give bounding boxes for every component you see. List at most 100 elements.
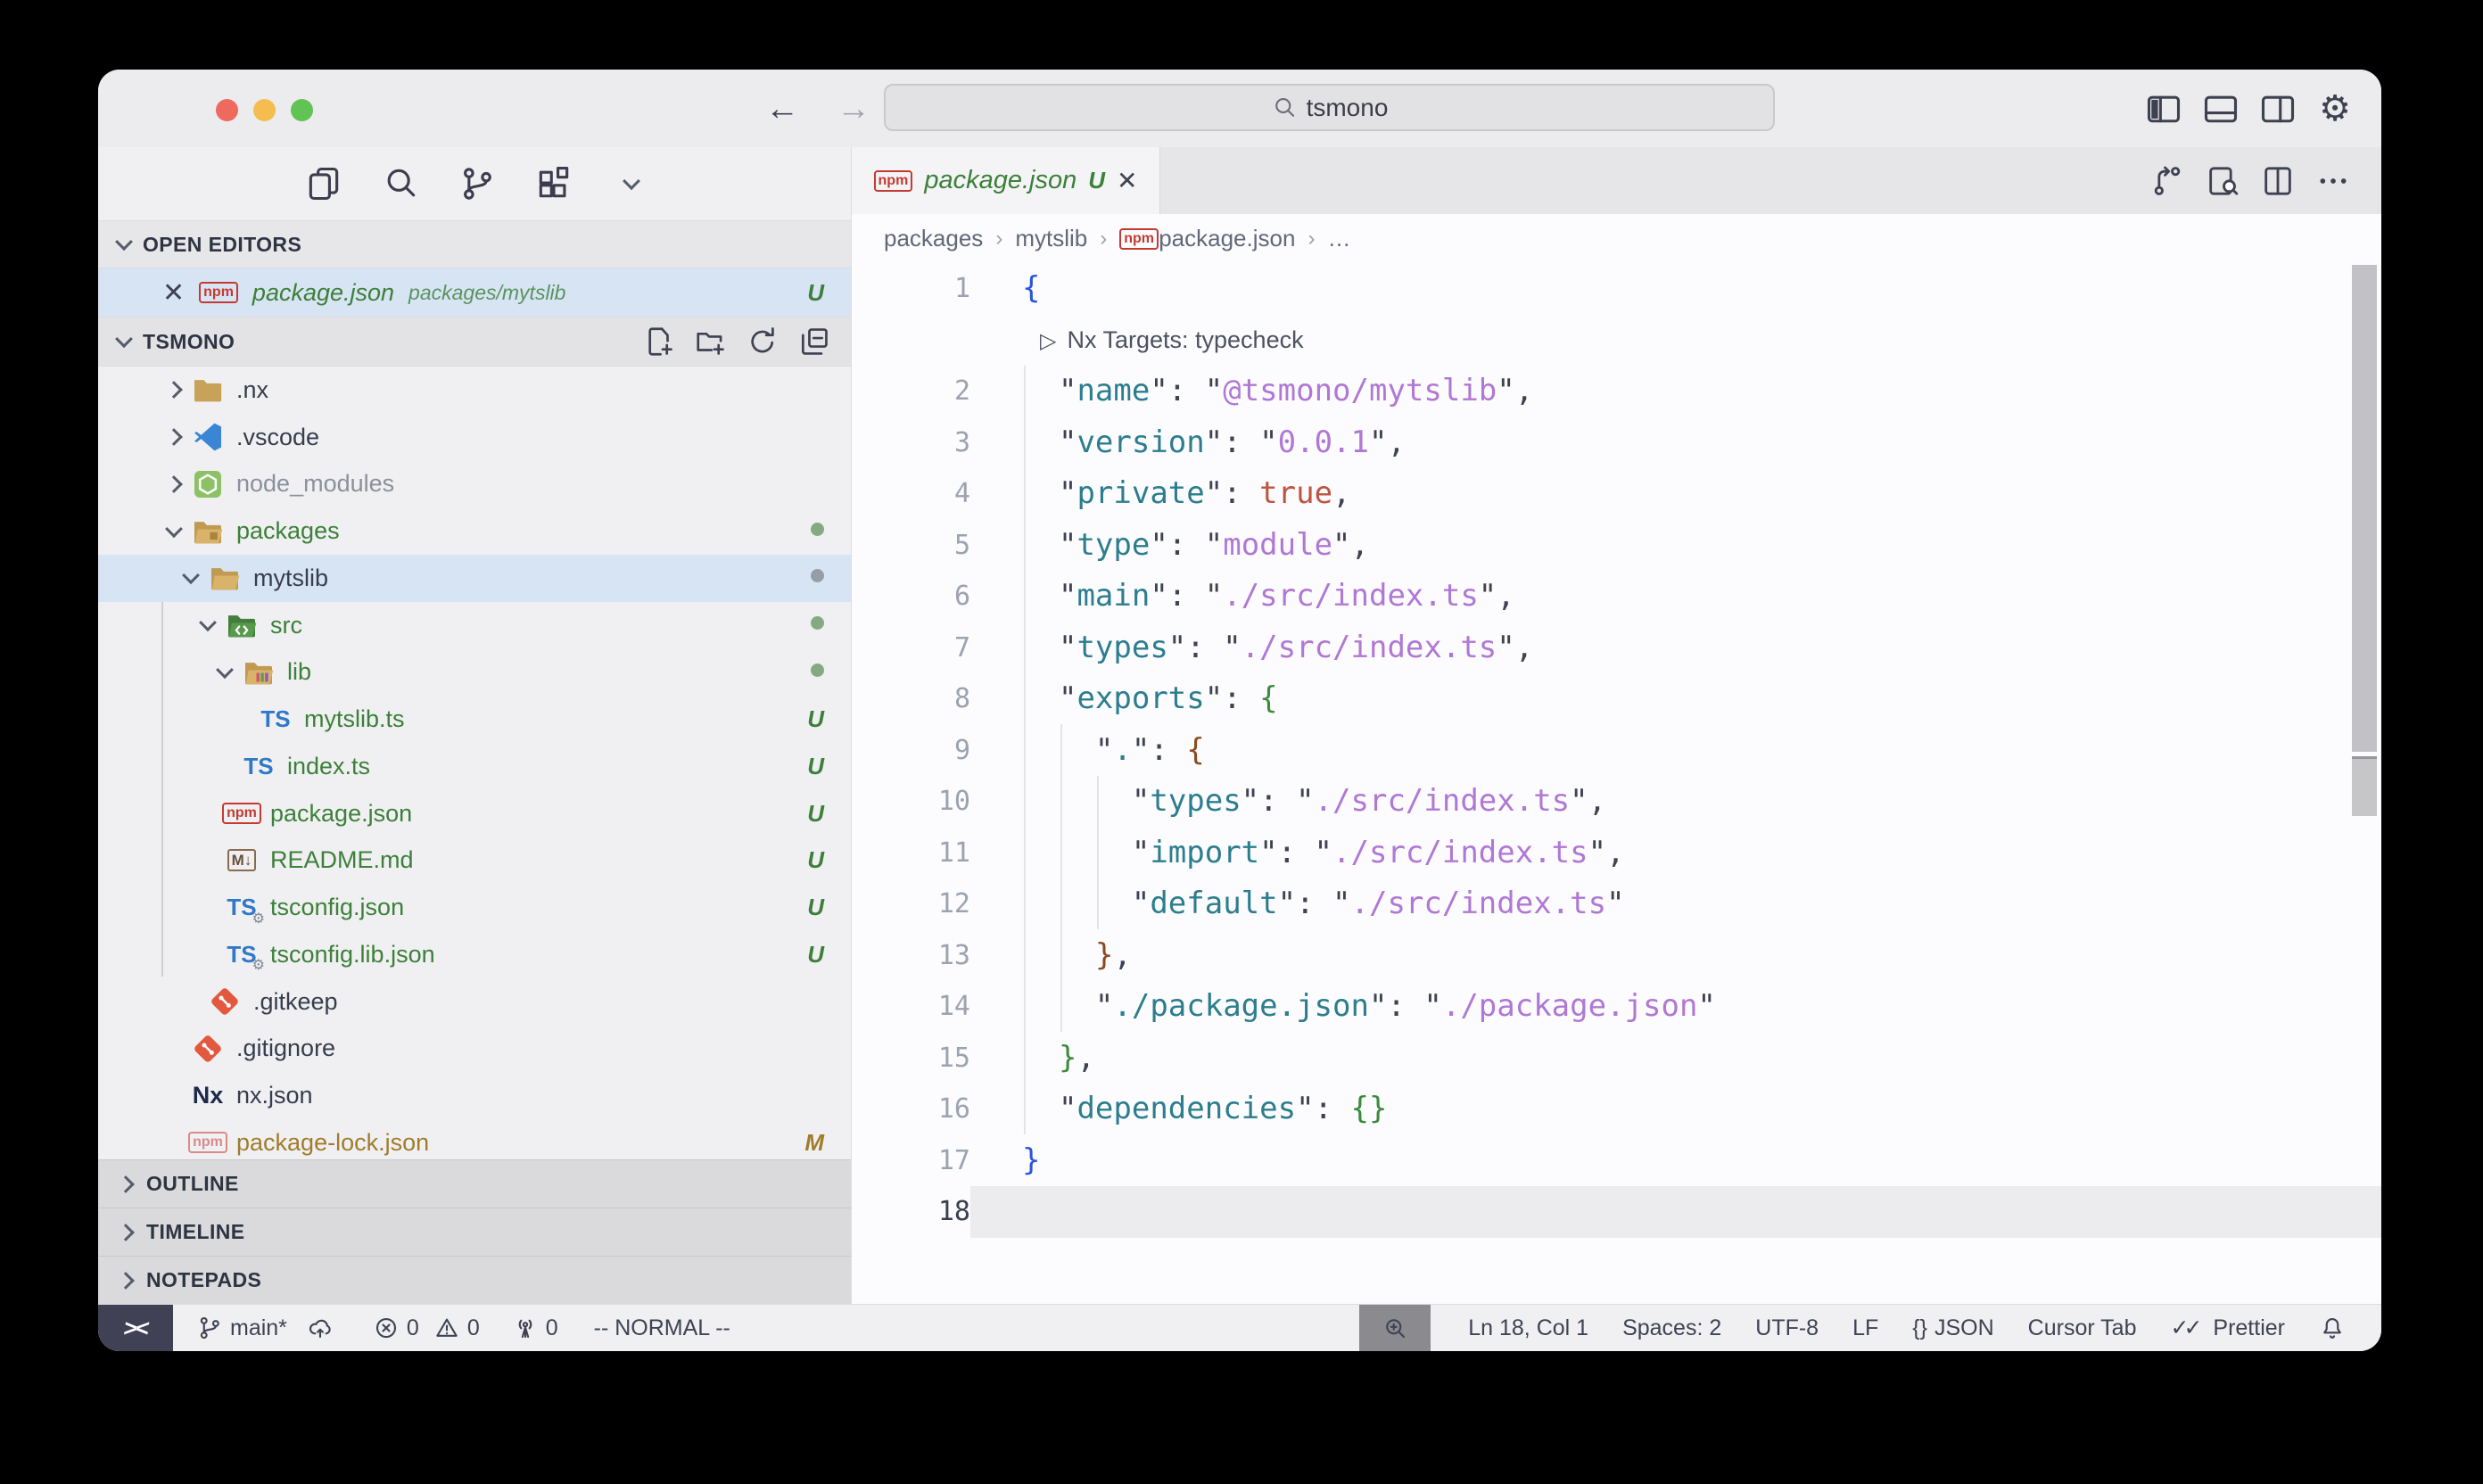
breadcrumb-item-package-json[interactable]: package.json: [1159, 225, 1295, 252]
tree-item-index-ts[interactable]: TSindex.tsU: [98, 743, 851, 790]
code-line[interactable]: 4 "private": true,: [852, 468, 2381, 520]
line-number: 1: [852, 263, 970, 315]
notepads-section-header[interactable]: NOTEPADS: [98, 1256, 851, 1304]
zoom-window-button[interactable]: [291, 99, 313, 121]
chevron-down-icon[interactable]: [192, 619, 224, 631]
tree-item--gitkeep[interactable]: .gitkeep: [98, 978, 851, 1026]
tree-item-tsconfig-lib-json[interactable]: TS⚙tsconfig.lib.jsonU: [98, 931, 851, 978]
tree-item-src[interactable]: src: [98, 602, 851, 649]
minimize-window-button[interactable]: [253, 99, 276, 121]
code-line[interactable]: 15 },: [852, 1033, 2381, 1084]
tree-item--nx[interactable]: .nx: [98, 367, 851, 414]
breadcrumb-item-mytslib[interactable]: mytslib: [1015, 225, 1087, 252]
search-view-icon[interactable]: [381, 164, 420, 203]
tree-item-node-modules[interactable]: node_modules: [98, 461, 851, 508]
toggle-secondary-sidebar-icon[interactable]: [2258, 89, 2297, 128]
open-editors-header[interactable]: OPEN EDITORS: [98, 220, 851, 268]
source-control-icon[interactable]: [458, 164, 497, 203]
code-line[interactable]: 9 ".": {: [852, 725, 2381, 777]
tree-item-mytslib[interactable]: mytslib: [98, 555, 851, 602]
new-folder-icon[interactable]: [694, 325, 728, 359]
remote-indicator[interactable]: ><: [98, 1305, 173, 1351]
tree-item-readme-md[interactable]: M↓README.mdU: [98, 837, 851, 885]
more-actions-icon[interactable]: [2315, 163, 2351, 199]
run-triangle-icon[interactable]: ▷: [1040, 329, 1056, 353]
files-icon[interactable]: [304, 164, 343, 203]
breadcrumb-separator: ›: [1307, 227, 1315, 251]
settings-gear-icon[interactable]: ⚙: [2315, 89, 2355, 128]
code-line[interactable]: 11 "import": "./src/index.ts",: [852, 828, 2381, 879]
toggle-panel-icon[interactable]: [2201, 89, 2240, 128]
tree-item-tsconfig-json[interactable]: TS⚙tsconfig.jsonU: [98, 884, 851, 931]
explorer-section-header[interactable]: TSMONO: [98, 317, 851, 367]
chevron-down-icon[interactable]: [209, 666, 241, 679]
chevron-right-icon[interactable]: [158, 431, 190, 443]
collapse-all-icon[interactable]: [797, 325, 831, 359]
code-line[interactable]: 8 "exports": {: [852, 673, 2381, 725]
tree-item--vscode[interactable]: .vscode: [98, 414, 851, 461]
code-line[interactable]: 13 },: [852, 930, 2381, 982]
tree-item-package-json[interactable]: npmpackage.jsonU: [98, 790, 851, 837]
toggle-primary-sidebar-icon[interactable]: [2144, 89, 2183, 128]
code-line[interactable]: 18: [852, 1186, 2381, 1238]
code-line[interactable]: 17}: [852, 1135, 2381, 1187]
notifications-bell-icon[interactable]: [2319, 1315, 2346, 1341]
new-file-icon[interactable]: [642, 325, 676, 359]
indentation-indicator[interactable]: Spaces: 2: [1622, 1315, 1721, 1341]
back-icon[interactable]: ←: [765, 92, 799, 126]
cursor-position-indicator[interactable]: Ln 18, Col 1: [1468, 1315, 1588, 1341]
code-line[interactable]: 7 "types": "./src/index.ts",: [852, 622, 2381, 674]
tree-item-packages[interactable]: packages: [98, 507, 851, 555]
code-line[interactable]: 1{: [852, 263, 2381, 315]
formatter-indicator[interactable]: ✓✓ Prettier: [2171, 1315, 2286, 1341]
code-line[interactable]: 14 "./package.json": "./package.json": [852, 981, 2381, 1033]
forward-icon[interactable]: →: [837, 92, 870, 126]
zoom-indicator[interactable]: [1359, 1305, 1431, 1351]
tree-item-lib[interactable]: lib: [98, 649, 851, 697]
outline-section-header[interactable]: OUTLINE: [98, 1159, 851, 1208]
code-line[interactable]: 10 "types": "./src/index.ts",: [852, 776, 2381, 828]
command-center-search[interactable]: tsmono: [884, 84, 1775, 131]
code-line[interactable]: 2 "name": "@tsmono/mytslib",: [852, 366, 2381, 417]
refresh-icon[interactable]: [746, 325, 780, 359]
tree-item--gitignore[interactable]: .gitignore: [98, 1026, 851, 1073]
encoding-indicator[interactable]: UTF-8: [1755, 1315, 1819, 1341]
more-views-chevron-icon[interactable]: [618, 164, 645, 203]
timeline-section-header[interactable]: TIMELINE: [98, 1208, 851, 1256]
breadcrumb-item-packages[interactable]: packages: [884, 225, 983, 252]
codelens-link[interactable]: ▷Nx Targets: typecheck: [970, 315, 2381, 367]
code-line[interactable]: 6 "main": "./src/index.ts",: [852, 571, 2381, 622]
code-line[interactable]: 12 "default": "./src/index.ts": [852, 878, 2381, 930]
open-changes-icon[interactable]: [2149, 163, 2185, 199]
chevron-right-icon[interactable]: [158, 383, 190, 396]
ports-indicator[interactable]: 0: [512, 1315, 558, 1341]
language-mode-indicator[interactable]: {} JSON: [1912, 1315, 1993, 1341]
codelens-row[interactable]: ▷Nx Targets: typecheck: [852, 315, 2381, 367]
cursor-tab-indicator[interactable]: Cursor Tab: [2028, 1315, 2137, 1341]
search-editor-icon[interactable]: [2205, 163, 2240, 199]
tree-item-mytslib-ts[interactable]: TSmytslib.tsU: [98, 696, 851, 743]
code-line[interactable]: 16 "dependencies": {}: [852, 1084, 2381, 1135]
scrollbar-decoration[interactable]: [2352, 756, 2377, 816]
branch-indicator[interactable]: main*: [196, 1315, 334, 1341]
chevron-right-icon[interactable]: [158, 478, 190, 491]
open-editor-item[interactable]: ✕ npm package.json packages/mytslib U: [98, 268, 851, 317]
split-editor-icon[interactable]: [2260, 163, 2296, 199]
tree-item-package-lock-json[interactable]: npmpackage-lock.jsonM: [98, 1119, 851, 1159]
extensions-icon[interactable]: [534, 164, 573, 203]
close-icon[interactable]: ✕: [162, 277, 185, 309]
code-line[interactable]: 5 "type": "module",: [852, 520, 2381, 572]
code-editor[interactable]: 1{▷Nx Targets: typecheck2 "name": "@tsmo…: [852, 263, 2381, 1304]
tree-item-nx-json[interactable]: Nxnx.json: [98, 1072, 851, 1119]
code-line[interactable]: 3 "version": "0.0.1",: [852, 417, 2381, 469]
chevron-down-icon[interactable]: [175, 572, 207, 584]
chevron-down-icon[interactable]: [158, 525, 190, 538]
tab-package-json[interactable]: npm package.json U ✕: [852, 147, 1160, 214]
breadcrumb-item-more[interactable]: …: [1327, 225, 1350, 252]
problems-indicator[interactable]: 0 0: [373, 1315, 480, 1341]
close-tab-icon[interactable]: ✕: [1117, 166, 1137, 195]
eol-indicator[interactable]: LF: [1852, 1315, 1878, 1341]
vim-mode-indicator[interactable]: -- NORMAL --: [594, 1315, 730, 1341]
close-window-button[interactable]: [216, 99, 238, 121]
scrollbar-thumb[interactable]: [2352, 265, 2377, 752]
